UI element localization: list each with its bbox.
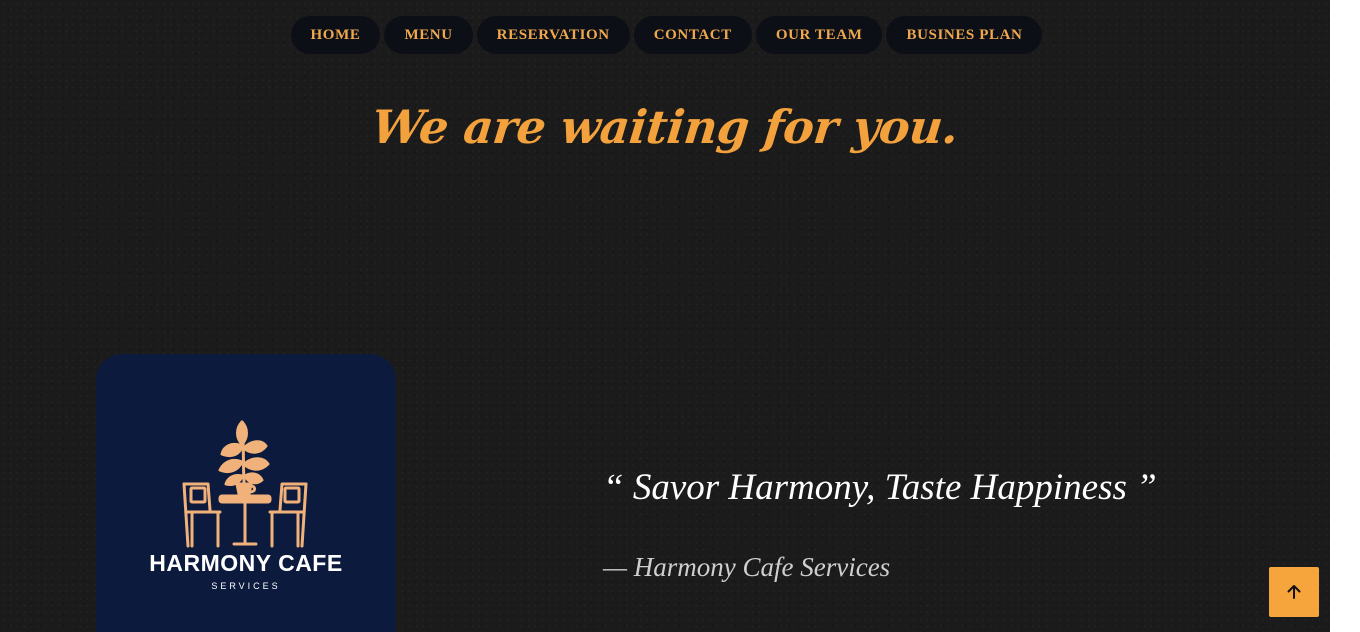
- page-gutter: [1330, 0, 1360, 632]
- testimonial-quote: “ Savor Harmony, Taste Happiness ”: [603, 467, 1157, 508]
- nav-our-team-link[interactable]: OUR TEAM: [755, 16, 883, 54]
- nav-business-plan-link[interactable]: BUSINES PLAN: [886, 16, 1043, 54]
- hero-title: We are waiting for you.: [369, 100, 961, 154]
- arrow-up-icon: [1287, 585, 1301, 599]
- nav-home-link[interactable]: HOME: [290, 16, 381, 54]
- page: HOME MENU RESERVATION CONTACT OUR TEAM B…: [0, 0, 1330, 632]
- logo-subtitle: SERVICES: [211, 581, 281, 591]
- nav-reservation-link[interactable]: RESERVATION: [476, 16, 630, 54]
- main-navigation: HOME MENU RESERVATION CONTACT OUR TEAM B…: [0, 16, 1330, 54]
- logo-name: HARMONY CAFE: [149, 550, 343, 576]
- harmony-cafe-logo-card: HARMONY CAFE SERVICES: [96, 354, 396, 632]
- testimonial-attribution: — Harmony Cafe Services: [603, 552, 891, 582]
- nav-menu-link[interactable]: MENU: [384, 16, 473, 54]
- nav-contact-link[interactable]: CONTACT: [633, 16, 752, 54]
- back-to-top-button[interactable]: [1269, 567, 1319, 617]
